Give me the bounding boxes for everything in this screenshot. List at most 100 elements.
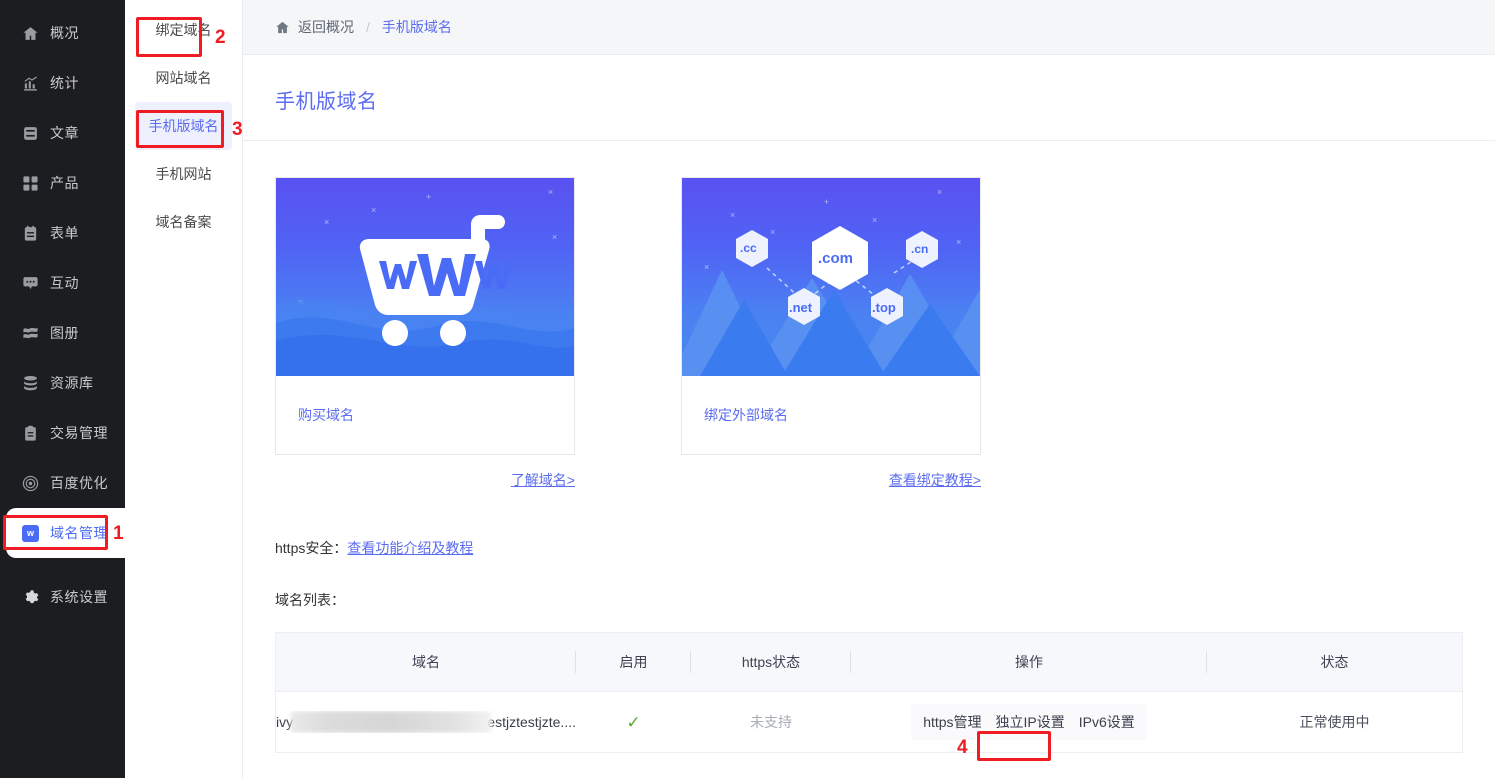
home-icon [22,25,39,42]
table-cell-enable: ✓ [576,714,691,731]
chat-icon [22,275,39,292]
sidebar-item-overview[interactable]: 概况 [0,8,125,58]
hex-label-net: .net [789,300,813,315]
view-binding-tutorial-link[interactable]: 查看绑定教程> [889,472,981,488]
sidebar-item-form[interactable]: 表单 [0,208,125,258]
sidebar-item-label: 百度优化 [50,475,108,491]
table-header-state: 状态 [1320,654,1349,670]
table-header-row: 域名 启用 https状态 操作 状态 [276,633,1462,692]
table-row: ivy estjztestjzte.... ✓ 未支持 https管理 独立IP设… [276,692,1462,753]
https-security-row: https安全：查看功能介绍及教程 [243,490,1495,558]
card-bind-external-link-row: 查看绑定教程> [681,470,981,490]
database-icon [22,375,39,392]
primary-sidebar: 概况 统计 文章 产品 表单 互动 图册 资源库 交易管理 百度优化 w 域名管… [0,0,125,778]
breadcrumb-separator: / [366,19,370,35]
dedicated-ip-settings-action[interactable]: 独立IP设置 [996,712,1065,732]
sidebar-item-label: 互动 [50,275,79,291]
sidebar-item-label: 资源库 [50,375,94,391]
sidebar-item-album[interactable]: 图册 [0,308,125,358]
check-icon: ✓ [626,712,641,732]
table-cell-domain: ivy estjztestjzte.... [276,711,576,733]
main-content: 返回概况 / 手机版域名 手机版域名 × × × + × [243,0,1495,778]
domain-table: 域名 启用 https状态 操作 状态 ivy estjztestjzte....… [275,632,1463,753]
table-cell-state: 正常使用中 [1299,714,1370,730]
table-header-https-status: https状态 [691,652,851,672]
breadcrumb-current[interactable]: 手机版域名 [382,17,452,37]
secondary-sidebar: 绑定域名 网站域名 手机版域名 手机网站 域名备案 [125,0,243,778]
card-buy-domain-title[interactable]: 购买域名 [298,405,354,425]
sidebar-item-label: 交易管理 [50,425,108,441]
subnav-item-mobile-domain[interactable]: 手机版域名 [135,102,232,150]
gear-icon [22,589,39,606]
page-title: 手机版域名 [275,91,378,113]
subnav-item-bind-domain[interactable]: 绑定域名 [135,6,232,54]
grid-icon [22,175,39,192]
sidebar-item-domain-management[interactable]: w 域名管理 [6,508,125,558]
clipboard-icon [22,425,39,442]
sidebar-item-article[interactable]: 文章 [0,108,125,158]
subnav-item-label: 手机版域名 [148,118,219,134]
sidebar-item-label: 域名管理 [50,525,108,541]
domain-list-label: 域名列表： [275,592,345,608]
hex-label-cc: .cc [740,241,757,255]
sidebar-item-label: 图册 [50,325,79,341]
subnav-item-domain-filing[interactable]: 域名备案 [135,198,232,246]
https-security-label: https安全： [275,540,348,556]
sidebar-item-baidu-optimization[interactable]: 百度优化 [0,458,125,508]
domain-value: ivy estjztestjzte.... [276,711,576,733]
card-buy-domain[interactable]: × × × + × × × [275,177,575,455]
domain-hexagons-icon: × × × + × × × .cc .com .cn .net .top [682,178,980,376]
hex-label-com: .com [818,250,854,267]
sidebar-item-label: 系统设置 [50,589,108,605]
app-root: 概况 统计 文章 产品 表单 互动 图册 资源库 交易管理 百度优化 w 域名管… [0,0,1495,778]
domain-redacted-block [291,711,492,733]
card-buy-domain-link-row: 了解域名> [275,470,575,490]
table-header-enable: 启用 [576,652,691,672]
https-tutorial-link[interactable]: 查看功能介绍及教程 [347,540,473,556]
card-bind-external-domain-wrapper: × × × + × × × .cc .com .cn .net .top 绑定外… [681,177,981,490]
hex-label-cn: .cn [911,242,929,256]
card-buy-domain-wrapper: × × × + × × × [275,177,575,490]
sidebar-item-product[interactable]: 产品 [0,158,125,208]
subnav-item-label: 手机网站 [155,166,212,182]
home-icon [275,20,290,35]
action-group: https管理 独立IP设置 IPv6设置 [911,704,1147,740]
article-icon [22,125,39,142]
breadcrumb: 返回概况 / 手机版域名 [243,0,1495,55]
https-manage-action[interactable]: https管理 [923,712,981,732]
sidebar-item-label: 文章 [50,125,79,141]
learn-domain-link[interactable]: 了解域名> [511,472,575,488]
subnav-item-label: 域名备案 [155,214,212,230]
sidebar-item-label: 产品 [50,175,79,191]
table-header-domain: 域名 [276,652,576,672]
domain-suffix: estjztestjzte.... [487,714,576,730]
sidebar-item-statistics[interactable]: 统计 [0,58,125,108]
subnav-item-site-domain[interactable]: 网站域名 [135,54,232,102]
sidebar-item-system-settings[interactable]: 系统设置 [0,572,125,622]
table-cell-https-status: 未支持 [750,714,792,730]
w-badge-icon: w [22,524,39,542]
sidebar-item-resource-library[interactable]: 资源库 [0,358,125,408]
shopping-cart-www-icon: × × × + × × × [276,178,574,376]
breadcrumb-back-link[interactable]: 返回概况 [298,17,354,37]
form-icon [22,225,39,242]
subnav-item-label: 绑定域名 [155,22,212,38]
table-header-actions: 操作 [851,652,1207,672]
card-bind-external-domain-body: 绑定外部域名 [682,376,980,454]
card-list: × × × + × × × [243,141,1495,490]
subnav-item-mobile-site[interactable]: 手机网站 [135,150,232,198]
card-bind-external-domain-title[interactable]: 绑定外部域名 [704,405,788,425]
subnav-item-label: 网站域名 [155,70,212,86]
card-buy-domain-body: 购买域名 [276,376,574,454]
sidebar-item-transaction-management[interactable]: 交易管理 [0,408,125,458]
sidebar-item-label: 表单 [50,225,79,241]
album-icon [22,325,39,342]
sidebar-item-interaction[interactable]: 互动 [0,258,125,308]
hex-label-top: .top [872,300,896,315]
sidebar-separator [0,558,125,572]
table-cell-actions: https管理 独立IP设置 IPv6设置 [851,704,1207,740]
spiral-icon [22,475,39,492]
card-bind-external-domain[interactable]: × × × + × × × .cc .com .cn .net .top 绑定外… [681,177,981,455]
sidebar-item-label: 概况 [50,25,79,41]
ipv6-settings-action[interactable]: IPv6设置 [1079,712,1135,732]
